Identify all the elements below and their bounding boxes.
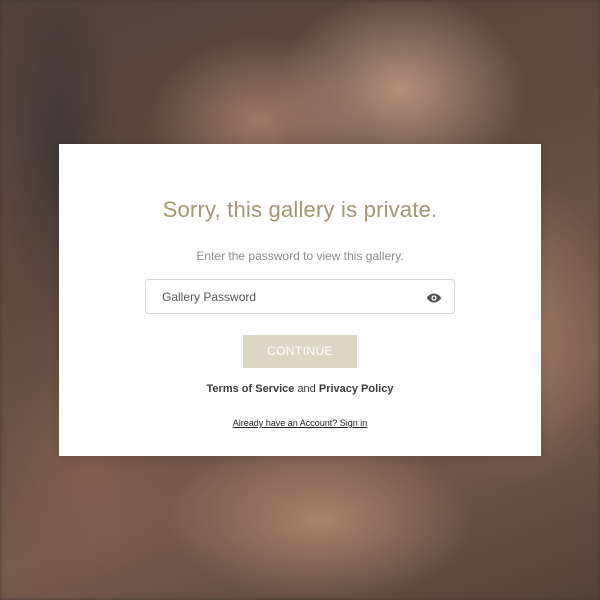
password-field[interactable] <box>145 279 455 314</box>
legal-links: Terms of Service and Privacy Policy <box>0 382 600 396</box>
dialog-title: Sorry, this gallery is private. <box>162 197 438 222</box>
legal-conjunction: and <box>297 383 319 395</box>
terms-of-service-link[interactable]: Terms of Service <box>207 383 295 395</box>
dialog-subtitle: Enter the password to view this gallery. <box>196 249 404 263</box>
signin-row: Already have an Account? Sign in <box>0 417 600 429</box>
continue-button[interactable]: CONTINUE <box>243 335 357 368</box>
gallery-password-input[interactable] <box>146 280 416 313</box>
privacy-policy-link[interactable]: Privacy Policy <box>319 383 394 395</box>
eye-icon[interactable] <box>426 291 442 303</box>
signin-link[interactable]: Already have an Account? Sign in <box>233 418 368 428</box>
